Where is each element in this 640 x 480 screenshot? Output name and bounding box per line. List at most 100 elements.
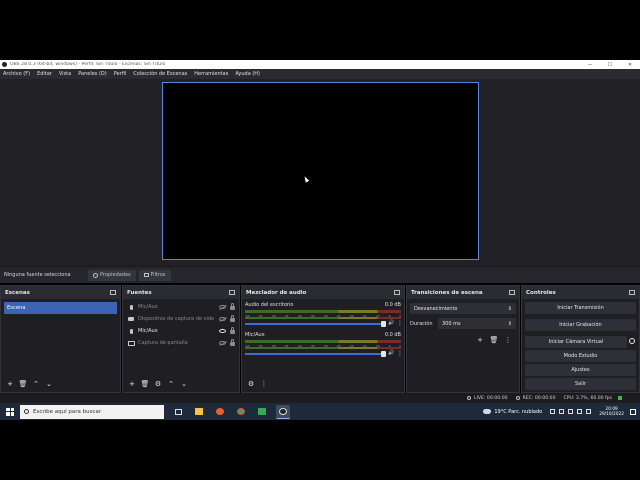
lock-icon[interactable] [230, 327, 235, 334]
undock-icon[interactable] [110, 290, 116, 295]
more-options-icon[interactable]: ⋮ [397, 321, 403, 327]
speaker-icon[interactable]: 🔊 [388, 351, 394, 356]
filter-icon [143, 273, 149, 277]
undock-icon[interactable] [394, 290, 400, 295]
start-streaming-button[interactable]: Iniciar Transmisión [525, 302, 636, 314]
network-icon[interactable] [559, 409, 565, 414]
minimize-icon[interactable]: — [580, 62, 600, 68]
window-title-bar: OBS 28.0.3 (64-bit, windows) - Perfil: S… [0, 60, 640, 69]
volume-slider[interactable] [245, 350, 386, 357]
file-explorer-icon[interactable] [192, 405, 206, 419]
visibility-icon[interactable] [219, 329, 226, 333]
duration-label: Duración [410, 320, 433, 327]
firefox-icon[interactable] [213, 405, 227, 419]
chrome-icon[interactable] [234, 405, 248, 419]
menu-edit[interactable]: Editar [34, 71, 56, 77]
spin-arrows-icon: ⇕ [507, 305, 512, 312]
battery-icon[interactable] [577, 409, 583, 414]
close-icon[interactable]: ✕ [620, 62, 640, 68]
lock-icon[interactable] [230, 315, 235, 322]
undock-icon[interactable] [509, 290, 515, 295]
source-item[interactable]: Dispositivo de captura de vide [123, 313, 239, 325]
remove-transition-button[interactable]: 🗑 [489, 335, 499, 345]
move-up-button[interactable]: ⌃ [31, 379, 41, 389]
weather-cloud-icon[interactable] [483, 409, 492, 414]
channel-name: Mic/Aux [245, 332, 265, 338]
menu-profile[interactable]: Perfil [111, 71, 131, 77]
speaker-icon[interactable]: 🔊 [388, 321, 394, 326]
scene-item[interactable]: Escena [4, 302, 117, 314]
preview-canvas[interactable] [162, 82, 479, 260]
add-source-button[interactable]: + [127, 379, 137, 389]
weather-text[interactable]: 19°C Parc. nublado [494, 409, 542, 415]
lock-icon[interactable] [230, 303, 235, 310]
slider-handle[interactable] [381, 350, 386, 357]
advanced-audio-gear-icon[interactable]: ⚙ [246, 379, 256, 389]
start-virtual-camera-button[interactable]: Iniciar Cámara Virtual [525, 336, 627, 348]
undock-icon[interactable] [629, 290, 635, 295]
settings-button[interactable]: Ajustes [525, 364, 636, 376]
sources-toolbar: + 🗑 ⚙ ⌃ ⌄ [123, 376, 239, 392]
spin-arrows-icon[interactable]: ⇕ [508, 321, 512, 327]
menu-help[interactable]: Ayuda (H) [232, 71, 264, 77]
channel-level: 0.0 dB [384, 332, 401, 338]
duration-input[interactable]: 300 ms ⇕ [438, 318, 516, 329]
menu-docks[interactable]: Paneles (D) [75, 71, 111, 77]
mixer-channel: Audio del escritorio 0.0 dB -60 -55 -50 -45… [242, 299, 404, 327]
record-icon [515, 396, 520, 400]
scenes-dock: Escenas Escena + 🗑 ⌃ ⌄ [0, 285, 121, 393]
volume-icon[interactable] [568, 409, 574, 414]
exit-button[interactable]: Salir [525, 378, 636, 390]
transition-menu-icon[interactable]: ⋮ [503, 335, 513, 345]
slider-handle[interactable] [381, 320, 386, 327]
monitor-icon [127, 340, 135, 346]
mixer-menu-icon[interactable]: ⋮ [259, 379, 269, 389]
windows-taskbar: Escribe aquí para buscar 19°C Parc. nubl… [0, 403, 640, 420]
no-source-label: Ninguna fuente selecciona [4, 272, 71, 278]
properties-button[interactable]: Propiedades [88, 269, 136, 281]
menu-scene-collection[interactable]: Colección de Escenas [130, 71, 191, 77]
obs-taskbar-icon[interactable] [276, 404, 290, 419]
volume-slider[interactable] [245, 320, 386, 327]
visibility-hidden-icon[interactable] [219, 305, 226, 309]
app-green-icon[interactable] [255, 405, 269, 419]
source-name: Dispositivo de captura de vide [138, 316, 215, 322]
microphone-icon [129, 328, 133, 334]
virtual-camera-gear-icon[interactable] [629, 338, 635, 344]
menu-tools[interactable]: Herramientas [191, 71, 232, 77]
maximize-icon[interactable]: ☐ [600, 62, 620, 68]
clock[interactable]: 20:09 29/10/2022 [599, 407, 624, 417]
menu-file[interactable]: Archivo (F) [0, 71, 34, 77]
source-item[interactable]: Mic/Aux [123, 325, 239, 337]
sources-dock-header: Fuentes [123, 286, 239, 299]
add-scene-button[interactable]: + [5, 379, 15, 389]
visibility-hidden-icon[interactable] [219, 341, 226, 345]
visibility-hidden-icon[interactable] [219, 317, 226, 321]
menu-view[interactable]: Vista [56, 71, 75, 77]
transition-select[interactable]: Desvanecimiento ⇕ [410, 303, 516, 314]
filters-button[interactable]: Filtros [138, 269, 171, 281]
source-item[interactable]: Mic/Aux [123, 301, 239, 313]
start-recording-button[interactable]: Iniciar Grabación [525, 319, 636, 331]
controls-dock-header: Controles [522, 286, 639, 299]
move-up-button[interactable]: ⌃ [166, 379, 176, 389]
source-item[interactable]: Captura de pantalla [123, 337, 239, 349]
letterbox-bottom [0, 420, 640, 480]
windows-start-icon[interactable] [6, 407, 14, 416]
keyboard-icon[interactable] [586, 409, 592, 414]
remove-source-button[interactable]: 🗑 [140, 379, 150, 389]
add-transition-button[interactable]: + [475, 335, 485, 345]
undock-icon[interactable] [229, 290, 235, 295]
task-view-icon[interactable] [171, 405, 185, 419]
taskbar-search-box[interactable]: Escribe aquí para buscar [20, 404, 164, 419]
lock-icon[interactable] [230, 339, 235, 346]
notifications-icon[interactable] [630, 408, 636, 415]
more-options-icon[interactable]: ⋮ [397, 351, 403, 357]
chevron-up-icon[interactable] [550, 409, 556, 414]
studio-mode-button[interactable]: Modo Estudio [525, 350, 636, 362]
move-down-button[interactable]: ⌄ [179, 379, 189, 389]
connection-indicator-icon [618, 396, 622, 400]
remove-scene-button[interactable]: 🗑 [18, 379, 28, 389]
move-down-button[interactable]: ⌄ [44, 379, 54, 389]
source-properties-gear-icon[interactable]: ⚙ [153, 379, 163, 389]
